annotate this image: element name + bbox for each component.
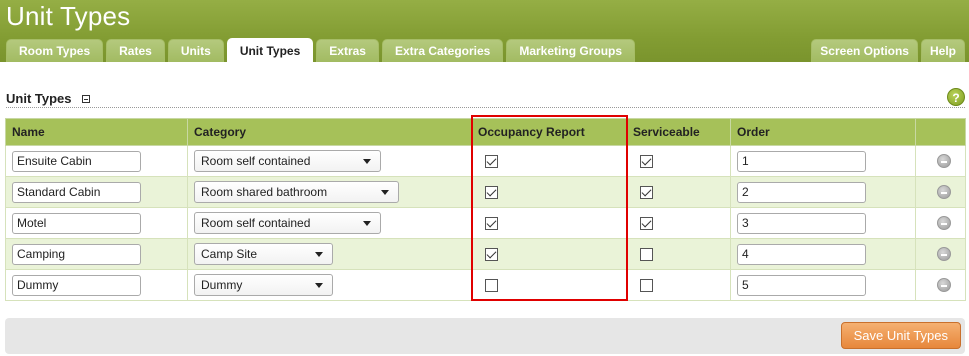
tab-marketing-groups[interactable]: Marketing Groups xyxy=(506,39,636,62)
help-icon[interactable]: ? xyxy=(947,88,965,106)
order-input[interactable]: 4 xyxy=(737,243,866,265)
unit-name-input[interactable]: Standard Cabin xyxy=(12,181,141,203)
remove-row-icon[interactable] xyxy=(937,216,951,231)
footer-bar: Save Unit Types xyxy=(5,318,965,354)
serviceable-checkbox[interactable] xyxy=(640,279,653,293)
remove-row-icon[interactable] xyxy=(937,247,951,262)
unit-name-input[interactable]: Motel xyxy=(12,212,141,234)
table-row: Dummy Dummy 5 xyxy=(5,269,966,301)
tab-extras[interactable]: Extras xyxy=(316,39,379,62)
chevron-down-icon xyxy=(381,190,389,195)
chevron-down-icon xyxy=(363,159,371,164)
serviceable-checkbox[interactable] xyxy=(640,155,653,169)
category-select[interactable]: Room self contained xyxy=(194,212,381,234)
section-title: Unit Types xyxy=(6,91,72,106)
unit-name-input[interactable]: Camping xyxy=(12,243,141,265)
order-input[interactable]: 5 xyxy=(737,274,866,296)
admin-header: Unit Types Room Types Rates Units Unit T… xyxy=(0,0,969,62)
unit-name-input[interactable]: Ensuite Cabin xyxy=(12,150,141,172)
occupancy-report-checkbox[interactable] xyxy=(485,279,498,293)
table-header-row: Name Category Occupancy Report Serviceab… xyxy=(5,118,966,146)
table-row: Ensuite Cabin Room self contained 1 xyxy=(5,145,966,177)
tab-units[interactable]: Units xyxy=(167,39,224,62)
collapse-icon[interactable] xyxy=(82,95,90,103)
unit-types-table: Name Category Occupancy Report Serviceab… xyxy=(5,118,966,301)
occupancy-report-checkbox[interactable] xyxy=(485,186,498,200)
chevron-down-icon xyxy=(363,221,371,226)
screen-meta-tabs: Screen Options Help xyxy=(808,38,965,62)
remove-row-icon[interactable] xyxy=(937,154,951,169)
order-input[interactable]: 1 xyxy=(737,150,866,172)
category-select[interactable]: Camp Site xyxy=(194,243,333,265)
serviceable-checkbox[interactable] xyxy=(640,186,653,200)
category-select[interactable]: Room self contained xyxy=(194,150,381,172)
page-title: Unit Types xyxy=(6,1,131,31)
order-input[interactable]: 2 xyxy=(737,181,866,203)
category-select-value: Room self contained xyxy=(201,216,311,230)
help-button[interactable]: Help xyxy=(920,39,965,62)
category-select-value: Room shared bathroom xyxy=(201,185,328,199)
column-header-category: Category xyxy=(187,118,472,146)
order-input[interactable]: 3 xyxy=(737,212,866,234)
column-header-actions xyxy=(915,118,966,146)
tab-bar: Room Types Rates Units Unit Types Extras… xyxy=(6,38,638,62)
category-select-value: Room self contained xyxy=(201,154,311,168)
serviceable-checkbox[interactable] xyxy=(640,248,653,262)
remove-row-icon[interactable] xyxy=(937,278,951,293)
tab-rates[interactable]: Rates xyxy=(106,39,165,62)
table-row: Standard Cabin Room shared bathroom 2 xyxy=(5,176,966,208)
remove-row-icon[interactable] xyxy=(937,185,951,200)
chevron-down-icon xyxy=(315,283,323,288)
serviceable-checkbox[interactable] xyxy=(640,217,653,231)
occupancy-report-checkbox[interactable] xyxy=(485,217,498,231)
table-row: Camping Camp Site 4 xyxy=(5,238,966,270)
column-header-order: Order xyxy=(730,118,916,146)
tab-unit-types[interactable]: Unit Types xyxy=(226,38,314,62)
screen-options-button[interactable]: Screen Options xyxy=(811,39,918,62)
occupancy-report-checkbox[interactable] xyxy=(485,248,498,262)
unit-name-input[interactable]: Dummy xyxy=(12,274,141,296)
category-select[interactable]: Room shared bathroom xyxy=(194,181,399,203)
save-unit-types-button[interactable]: Save Unit Types xyxy=(840,322,961,349)
category-select[interactable]: Dummy xyxy=(194,274,333,296)
column-header-name: Name xyxy=(5,118,188,146)
category-select-value: Dummy xyxy=(201,278,243,292)
tab-extra-categories[interactable]: Extra Categories xyxy=(381,39,504,62)
section-header: Unit Types ? xyxy=(6,86,965,108)
column-header-serviceable: Serviceable xyxy=(626,118,731,146)
tab-room-types[interactable]: Room Types xyxy=(6,39,104,62)
occupancy-report-checkbox[interactable] xyxy=(485,155,498,169)
column-header-occupancy-report: Occupancy Report xyxy=(471,118,627,146)
table-row: Motel Room self contained 3 xyxy=(5,207,966,239)
category-select-value: Camp Site xyxy=(201,247,258,261)
chevron-down-icon xyxy=(315,252,323,257)
